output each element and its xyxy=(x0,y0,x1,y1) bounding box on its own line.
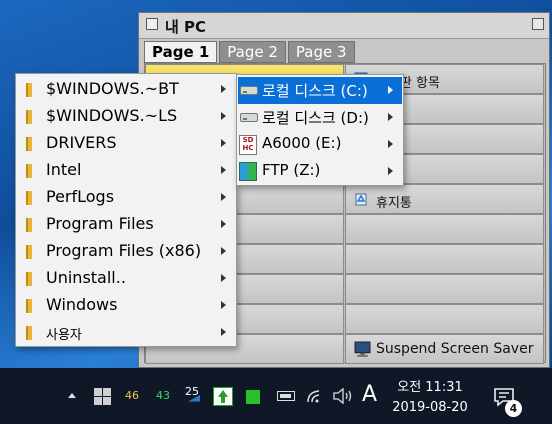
menu-item-label: 로컬 디스크 (C:) xyxy=(262,82,368,100)
submenu-arrow-icon xyxy=(221,220,226,228)
menu-item-drivers[interactable]: DRIVERS xyxy=(17,130,235,157)
page-tabs: Page 1 Page 2 Page 3 xyxy=(144,41,357,63)
tab-page-3[interactable]: Page 3 xyxy=(287,41,355,63)
volume-icon[interactable] xyxy=(332,386,354,406)
menu-item-drive-d[interactable]: 로컬 디스크 (D:) xyxy=(238,104,402,131)
notification-count-badge: 4 xyxy=(505,400,522,417)
folder-icon xyxy=(26,326,32,340)
submenu-arrow-icon xyxy=(388,167,393,175)
menu-item-intel[interactable]: Intel xyxy=(17,157,235,184)
window-checkbox[interactable] xyxy=(146,18,158,30)
submenu-arrow-icon xyxy=(388,140,393,148)
menu-item-drive-z[interactable]: FTP (Z:) xyxy=(238,158,402,185)
hard-drive-icon xyxy=(240,86,258,95)
folder-icon xyxy=(26,83,32,97)
folder-menu: $WINDOWS.~BT $WINDOWS.~LS DRIVERS Intel … xyxy=(15,73,237,347)
launcher-cell[interactable] xyxy=(345,304,544,334)
submenu-arrow-icon xyxy=(221,112,226,120)
tab-page-2[interactable]: Page 2 xyxy=(219,41,286,63)
sd-icon-text: SD xyxy=(242,136,254,144)
tab-page-1[interactable]: Page 1 xyxy=(144,41,218,63)
menu-item-program-files[interactable]: Program Files xyxy=(17,211,235,238)
clock-time[interactable]: 오전 11:31 xyxy=(390,376,470,395)
battery-icon[interactable] xyxy=(277,391,295,401)
cell-label: 휴지통 xyxy=(376,196,412,211)
folder-icon xyxy=(26,272,32,286)
menu-item-label: A6000 (E:) xyxy=(262,134,342,152)
submenu-arrow-icon xyxy=(221,274,226,282)
menu-item-drive-c[interactable]: 로컬 디스크 (C:) xyxy=(238,77,402,104)
gauge-icon xyxy=(188,395,200,402)
submenu-arrow-icon xyxy=(221,301,226,309)
launcher-cell[interactable] xyxy=(345,274,544,304)
submenu-arrow-icon xyxy=(221,139,226,147)
taskbar: 46 43 25 A 오전 11:31 2019-08-20 4 xyxy=(0,368,552,424)
menu-item-label: Intel xyxy=(46,160,82,179)
folder-icon xyxy=(26,245,32,259)
submenu-arrow-icon xyxy=(388,86,393,94)
menu-item-program-files-x86[interactable]: Program Files (x86) xyxy=(17,238,235,265)
menu-item-label: $WINDOWS.~LS xyxy=(46,106,178,125)
launcher-cell[interactable] xyxy=(345,214,544,244)
menu-item-windows-bt[interactable]: $WINDOWS.~BT xyxy=(17,76,235,103)
menu-item-perflogs[interactable]: PerfLogs xyxy=(17,184,235,211)
folder-icon xyxy=(26,218,32,232)
window-title: 내 PC xyxy=(165,18,207,36)
upload-arrow-icon[interactable] xyxy=(213,387,233,406)
menu-item-drive-e[interactable]: SD HC A6000 (E:) xyxy=(238,131,402,158)
menu-item-users[interactable]: 사용자 xyxy=(17,319,235,346)
menu-item-label: PerfLogs xyxy=(46,187,115,206)
menu-item-label: Program Files (x86) xyxy=(46,241,202,260)
windows-logo-icon[interactable] xyxy=(94,388,111,405)
folder-icon xyxy=(26,110,32,124)
folder-icon xyxy=(26,299,32,313)
submenu-arrow-icon xyxy=(221,85,226,93)
folder-icon xyxy=(26,164,32,178)
launcher-cell[interactable] xyxy=(345,244,544,274)
submenu-arrow-icon xyxy=(221,328,226,336)
cell-label: Suspend Screen Saver xyxy=(376,341,534,357)
tray-number-46[interactable]: 46 xyxy=(125,389,139,402)
submenu-arrow-icon xyxy=(221,166,226,174)
ime-indicator[interactable]: A xyxy=(362,382,377,407)
monitor-icon xyxy=(354,341,371,357)
maximize-button[interactable] xyxy=(532,18,544,30)
show-hidden-icons-icon[interactable] xyxy=(68,393,76,398)
menu-item-uninstall[interactable]: Uninstall.. xyxy=(17,265,235,292)
green-square-icon[interactable] xyxy=(246,390,260,404)
menu-item-label: Uninstall.. xyxy=(46,268,126,287)
tray-number-43[interactable]: 43 xyxy=(156,389,170,402)
suspend-screen-saver-cell[interactable]: Suspend Screen Saver xyxy=(345,334,544,364)
wifi-icon[interactable] xyxy=(305,386,325,406)
menu-item-label: 사용자 xyxy=(46,328,82,343)
menu-item-label: 로컬 디스크 (D:) xyxy=(262,109,369,127)
folder-icon xyxy=(26,191,32,205)
sd-icon-text: HC xyxy=(242,144,254,152)
menu-item-label: FTP (Z:) xyxy=(262,161,321,179)
window-titlebar[interactable]: 내 PC xyxy=(139,13,549,39)
submenu-arrow-icon xyxy=(388,113,393,121)
recycle-bin-icon xyxy=(355,193,367,206)
recycle-bin-cell[interactable]: 휴지통 xyxy=(345,184,544,214)
menu-item-label: Windows xyxy=(46,295,118,314)
submenu-arrow-icon xyxy=(221,247,226,255)
sd-card-icon: SD HC xyxy=(239,135,257,155)
menu-item-label: Program Files xyxy=(46,214,154,233)
menu-item-windows-ls[interactable]: $WINDOWS.~LS xyxy=(17,103,235,130)
ftp-icon xyxy=(239,162,257,181)
menu-item-label: DRIVERS xyxy=(46,133,117,152)
folder-icon xyxy=(26,137,32,151)
menu-item-label: $WINDOWS.~BT xyxy=(46,79,179,98)
hard-drive-icon xyxy=(240,113,258,122)
clock-date[interactable]: 2019-08-20 xyxy=(390,400,470,415)
menu-item-windows[interactable]: Windows xyxy=(17,292,235,319)
drive-menu: 로컬 디스크 (C:) 로컬 디스크 (D:) SD HC A6000 (E:) … xyxy=(236,74,404,186)
submenu-arrow-icon xyxy=(221,193,226,201)
